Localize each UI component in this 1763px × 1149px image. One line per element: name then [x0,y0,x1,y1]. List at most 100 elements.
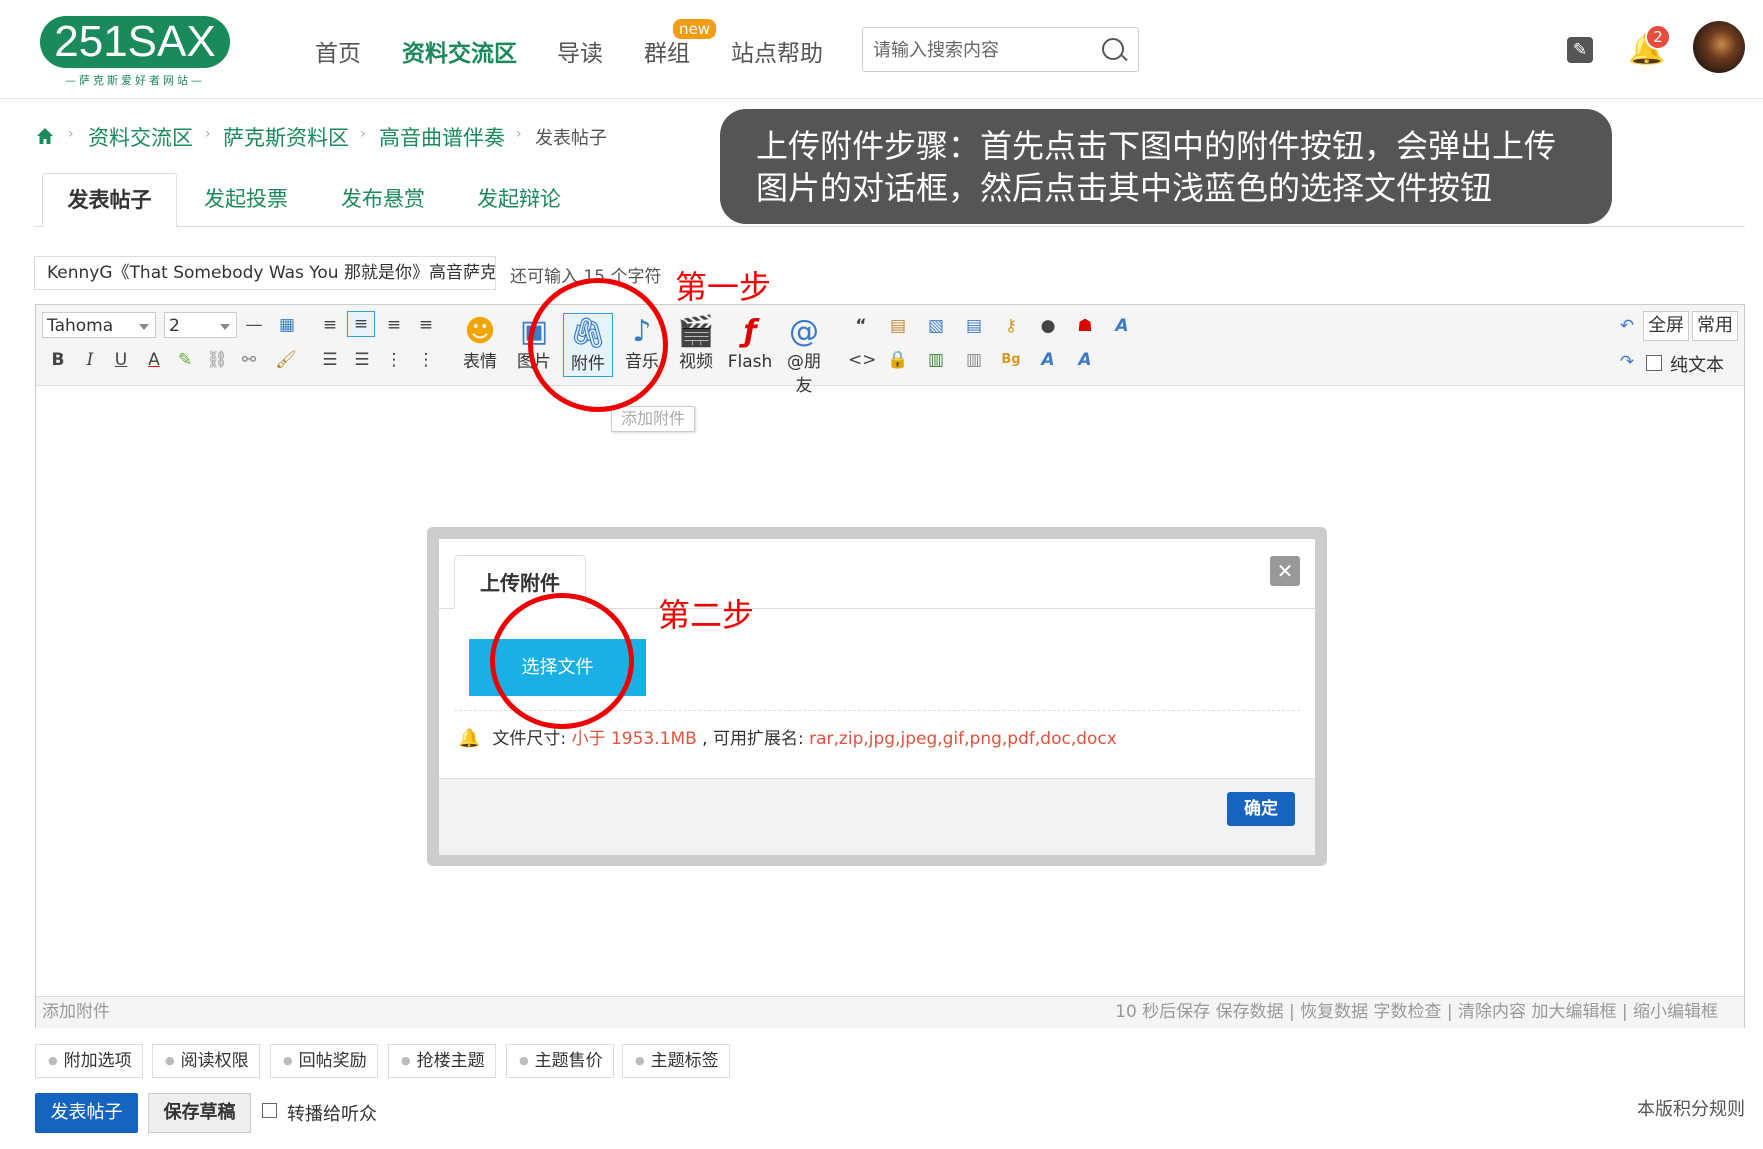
subject-input[interactable]: KennyG《That Somebody Was You 那就是你》高音萨克 [34,256,496,290]
quote-icon[interactable]: “ [848,314,874,338]
unordered-list-icon[interactable]: ⋮ [413,348,439,372]
italic-icon[interactable]: I [77,348,103,372]
breadcrumb-sax-resources[interactable]: 萨克斯资料区 [223,122,349,152]
add-attachment-link[interactable]: 添加附件 [42,997,110,1028]
download-icon[interactable]: ▥ [923,348,949,372]
breadcrumb-resource-exchange[interactable]: 资料交流区 [88,122,193,152]
breadcrumb-separator: › [516,126,522,142]
subscript-icon[interactable]: A [1109,314,1135,338]
breadcrumb-separator: › [68,126,74,142]
font-family-select[interactable]: Tahoma [42,312,156,338]
font-color-icon[interactable]: A [141,348,167,372]
align-left-icon[interactable]: ≡ [347,311,375,337]
search-box [862,27,1139,72]
search-icon[interactable] [1102,38,1124,60]
hide-content-icon[interactable]: 🔒 [885,348,911,372]
nav-resource-exchange[interactable]: 资料交流区 [402,34,517,68]
font-style-icon[interactable]: A [1035,348,1061,372]
instruction-callout: 上传附件步骤：首先点击下图中的附件按钮，会弹出上传 图片的对话框，然后点击其中浅… [720,109,1612,224]
broadcast-checkbox[interactable] [262,1103,277,1118]
redo-icon[interactable]: ↷ [1614,350,1640,374]
attachment-tooltip: 添加附件 [611,406,695,432]
step-two-label: 第二步 [658,596,755,634]
editor-footer: 添加附件 10 秒后保存 保存数据 | 恢复数据 字数检查 | 清除内容 加大编… [36,996,1744,1028]
free-content-icon[interactable]: ▤ [885,314,911,338]
tabs-divider [34,226,1745,227]
tab-post-thread[interactable]: 发表帖子 [42,173,177,227]
nav-guide[interactable]: 导读 [557,34,603,68]
ordered-list-icon[interactable]: ⋮ [381,348,407,372]
video-icon: 🎬 [677,314,715,349]
paragraph-icon[interactable]: ☰ [317,348,343,372]
undo-icon[interactable]: ↶ [1614,314,1640,338]
indent-icon[interactable]: ☰ [349,348,375,372]
bold-icon[interactable]: B [45,348,71,372]
table-icon[interactable]: ▦ [274,313,300,337]
align-center-icon[interactable]: ≡ [381,313,407,337]
option-attach[interactable]: 附加选项 [35,1044,143,1078]
highlight-icon[interactable]: ✎ [172,348,198,372]
clear-format-icon[interactable]: 🖌 [273,348,299,372]
flash-icon: ƒ [743,314,757,349]
option-floor-grab[interactable]: 抢楼主题 [388,1044,496,1078]
breadcrumb-separator: › [360,126,366,142]
tab-post-reward[interactable]: 发布悬赏 [341,173,425,225]
align-right-icon[interactable]: ≡ [413,313,439,337]
record-icon[interactable]: ● [1035,314,1061,338]
underline-icon[interactable]: U [108,348,134,372]
callout-line-1: 上传附件步骤：首先点击下图中的附件按钮，会弹出上传 [756,127,1557,165]
editor-footer-actions[interactable]: 10 秒后保存 保存数据 | 恢复数据 字数检查 | 清除内容 加大编辑框 | … [1115,997,1718,1028]
background-icon[interactable]: Bg [998,348,1024,372]
breadcrumb-high-sax-scores[interactable]: 高音曲谱伴奏 [379,122,505,152]
tab-start-debate[interactable]: 发起辩论 [477,173,561,225]
page-icon[interactable]: ▧ [923,314,949,338]
index-icon[interactable]: ▤ [961,314,987,338]
edit-icon[interactable]: ✎ [1567,37,1593,63]
submit-post-button[interactable]: 发表帖子 [35,1093,138,1133]
mention-button[interactable]: @ @朋友 [779,312,829,396]
unlink-icon[interactable]: ⚯ [236,348,262,372]
superscript-icon[interactable]: A [1072,348,1098,372]
horizontal-rule-icon[interactable]: — [241,313,267,337]
step-one-label: 第一步 [675,268,772,306]
password-icon[interactable]: ⚷ [998,314,1024,338]
nav-groups[interactable]: 群组 [644,34,690,68]
video-button[interactable]: 🎬 视频 [671,312,721,380]
column-icon[interactable]: ▥ [961,348,987,372]
font-size-select[interactable]: 2 [164,312,237,338]
broadcast-label: 转播给听众 [287,1104,377,1125]
qq-icon[interactable]: ☗ [1072,314,1098,338]
points-rules-link[interactable]: 本版积分规则 [1637,1095,1745,1121]
allowed-extensions: rar,zip,jpg,jpeg,gif,png,pdf,doc,docx [809,729,1117,749]
nav-help[interactable]: 站点帮助 [731,34,823,68]
plain-text-checkbox[interactable] [1646,355,1662,371]
at-icon: @ [789,314,819,349]
close-icon[interactable]: ✕ [1270,556,1300,586]
float-left-icon[interactable]: ≡ [317,313,343,337]
fullscreen-button[interactable]: 全屏 [1643,311,1689,341]
tab-start-poll[interactable]: 发起投票 [204,173,288,225]
option-read-permission[interactable]: 阅读权限 [152,1044,260,1078]
search-input[interactable] [871,34,1085,66]
confirm-button[interactable]: 确定 [1227,792,1295,826]
flash-button[interactable]: ƒ Flash [725,312,775,380]
callout-line-2: 图片的对话框，然后点击其中浅蓝色的选择文件按钮 [756,169,1493,207]
link-icon[interactable]: ⛓ [204,348,230,372]
common-button[interactable]: 常用 [1692,311,1738,341]
step-two-circle [490,593,634,729]
site-header: 251SAX —萨克斯爱好者网站— 首页 资料交流区 导读 群组 new 站点帮… [0,0,1763,99]
size-limit: 小于 1953.1MB [571,729,697,749]
font-family-value: Tahoma [47,316,114,336]
logo-tagline: —萨克斯爱好者网站— [65,74,205,87]
emoji-button[interactable]: ☻ 表情 [455,312,505,380]
home-icon[interactable] [36,127,54,145]
site-logo[interactable]: 251SAX —萨克斯爱好者网站— [34,10,236,88]
nav-home[interactable]: 首页 [315,34,361,68]
new-badge: new [673,19,717,39]
option-reply-reward[interactable]: 回帖奖励 [270,1044,378,1078]
option-thread-price[interactable]: 主题售价 [506,1044,614,1078]
code-icon[interactable]: <> [848,348,877,372]
save-draft-button[interactable]: 保存草稿 [148,1093,251,1133]
option-thread-tags[interactable]: 主题标签 [622,1044,730,1078]
user-avatar[interactable] [1693,21,1745,73]
